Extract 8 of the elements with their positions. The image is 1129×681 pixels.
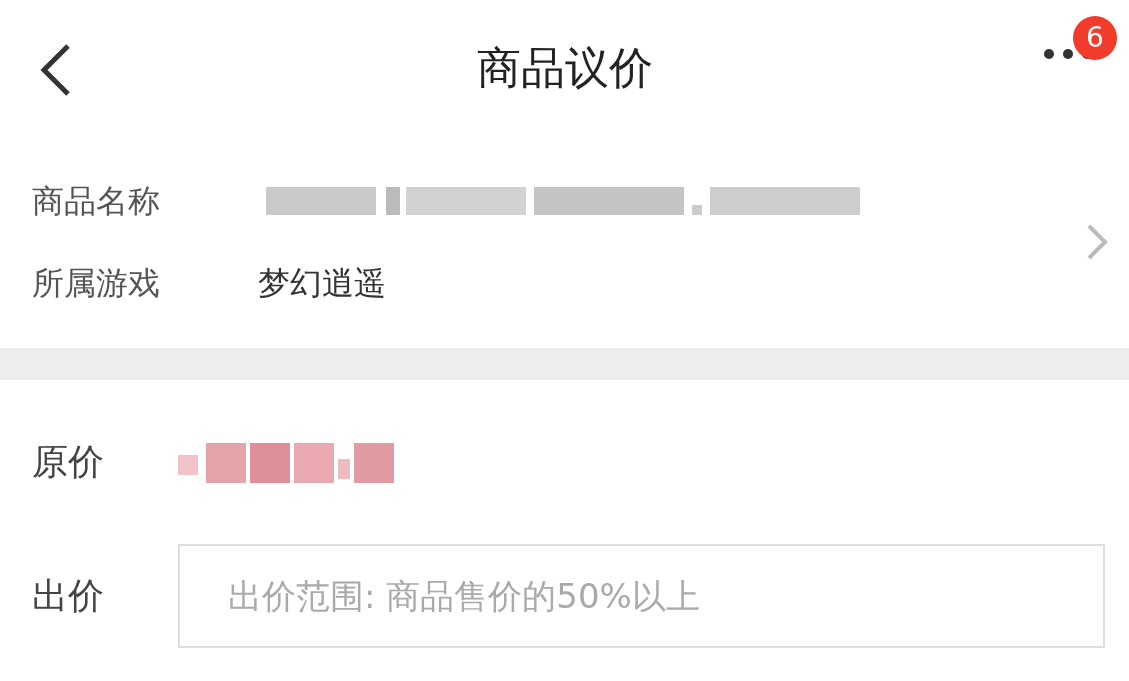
page-title: 商品议价 — [476, 40, 653, 95]
field-value: 梦幻逍遥 — [258, 262, 386, 304]
price-label: 原价 — [32, 440, 105, 484]
field-label: 所属游戏 — [32, 262, 161, 304]
offer-label: 出价 — [32, 574, 105, 618]
offer-input-field[interactable]: 出价范围: 商品售价的50%以上 — [178, 544, 1105, 648]
notification-badge: 6 — [1073, 16, 1117, 60]
field-label: 商品名称 — [32, 180, 161, 222]
